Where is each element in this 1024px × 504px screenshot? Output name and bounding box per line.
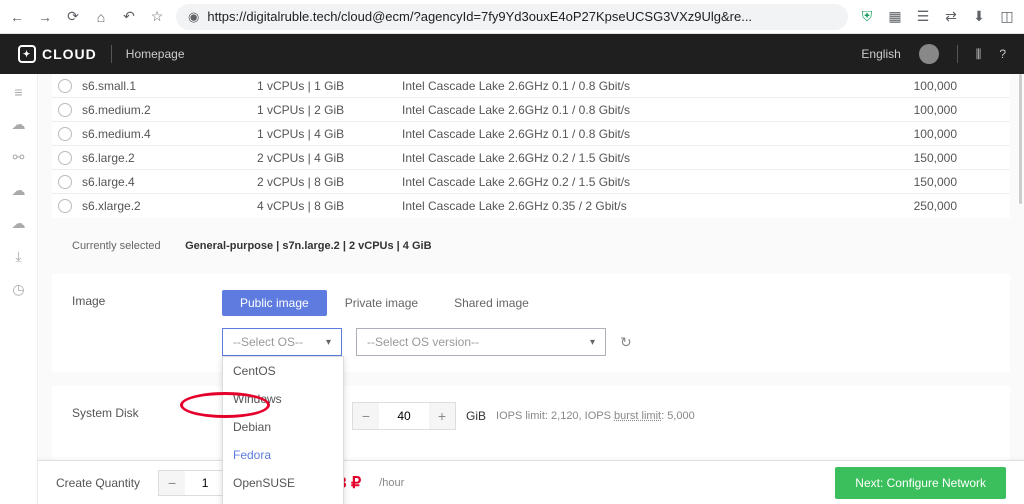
url-bar[interactable]: ◉ https://digitalruble.tech/cloud@ecm/?a… — [176, 4, 848, 30]
os-option-debian[interactable]: Debian — [223, 413, 343, 441]
os-option-ubuntu[interactable]: Ubuntu — [223, 497, 343, 504]
radio-icon[interactable] — [58, 79, 72, 93]
list-icon[interactable]: ☰ — [914, 8, 932, 25]
divider — [111, 45, 112, 63]
tab-shared-image[interactable]: Shared image — [436, 290, 547, 316]
radio-icon[interactable] — [58, 127, 72, 141]
browser-toolbar: ← → ⟳ ⌂ ↶ ☆ ◉ https://digitalruble.tech/… — [0, 0, 1024, 34]
menu-icon[interactable]: ≡ — [14, 84, 22, 100]
globe-icon: ◉ — [188, 9, 199, 25]
radio-icon[interactable] — [58, 151, 72, 165]
table-row[interactable]: s6.xlarge.24 vCPUs | 8 GiBIntel Cascade … — [52, 194, 1010, 218]
users-icon[interactable]: ⚯ — [13, 149, 25, 166]
cloud-icon[interactable]: ☁ — [12, 116, 26, 133]
table-row[interactable]: s6.medium.21 vCPUs | 2 GiBIntel Cascade … — [52, 98, 1010, 122]
stats-icon[interactable]: ⫼ — [976, 47, 982, 62]
disk-size-input[interactable] — [379, 403, 429, 429]
footer-bar: Create Quantity − + Price 2.08 ₽ /hour N… — [38, 460, 1024, 504]
chevron-down-icon: ▾ — [590, 337, 595, 348]
os-option-fedora[interactable]: Fedora — [223, 441, 343, 469]
reload-icon[interactable]: ⟳ — [64, 8, 82, 25]
os-placeholder: --Select OS-- — [233, 335, 303, 349]
price-unit: /hour — [379, 477, 404, 489]
brand-text: CLOUD — [42, 46, 97, 62]
ver-placeholder: --Select OS version-- — [367, 335, 479, 349]
os-version-select[interactable]: --Select OS version-- ▾ — [356, 328, 606, 356]
tab-private-image[interactable]: Private image — [327, 290, 436, 316]
currently-selected: Currently selected General-purpose | s7n… — [52, 232, 1010, 260]
table-row[interactable]: s6.large.22 vCPUs | 4 GiBIntel Cascade L… — [52, 146, 1010, 170]
language-switch[interactable]: English — [861, 47, 900, 61]
image-tabs: Public image Private image Shared image — [222, 290, 990, 316]
iops-info: IOPS limit: 2,120, IOPS burst limit: 5,0… — [496, 410, 695, 422]
side-nav: ≡ ☁ ⚯ ☁ ☁ ⤓ ◷ — [0, 74, 38, 504]
disk-unit: GiB — [466, 409, 486, 423]
radio-icon[interactable] — [58, 103, 72, 117]
undo-icon[interactable]: ↶ — [120, 8, 138, 25]
download2-icon[interactable]: ⤓ — [15, 248, 21, 265]
os-dropdown: CentOS Windows Debian Fedora OpenSUSE Ub… — [222, 356, 344, 504]
step-minus[interactable]: − — [159, 471, 185, 495]
app-header: ✦ CLOUD Homepage English ⫼ ? — [0, 34, 1024, 74]
home-icon[interactable]: ⌂ — [92, 9, 110, 25]
brand-logo[interactable]: ✦ CLOUD — [18, 45, 97, 63]
step-plus[interactable]: + — [429, 403, 455, 429]
table-row[interactable]: s6.large.42 vCPUs | 8 GiBIntel Cascade L… — [52, 170, 1010, 194]
divider — [957, 45, 958, 63]
step-minus[interactable]: − — [353, 403, 379, 429]
chevron-down-icon: ▾ — [326, 337, 331, 348]
forward-icon[interactable]: → — [36, 9, 54, 25]
next-button[interactable]: Next: Configure Network — [835, 467, 1006, 499]
os-select[interactable]: --Select OS-- ▾ CentOS Windows Debian Fe… — [222, 328, 342, 356]
clock-icon[interactable]: ◷ — [12, 281, 24, 298]
main-content: s6.small.11 vCPUs | 1 GiBIntel Cascade L… — [38, 74, 1024, 504]
table-row[interactable]: s6.small.11 vCPUs | 1 GiBIntel Cascade L… — [52, 74, 1010, 98]
panel-icon[interactable]: ◫ — [998, 8, 1016, 25]
logo-icon: ✦ — [18, 45, 36, 63]
apps-icon[interactable]: ▦ — [886, 8, 904, 25]
avatar[interactable] — [919, 44, 939, 64]
os-option-centos[interactable]: CentOS — [223, 357, 343, 385]
os-option-windows[interactable]: Windows — [223, 385, 343, 413]
shield-icon[interactable]: ⛨ — [858, 8, 876, 25]
shuffle-icon[interactable]: ⇄ — [942, 8, 960, 25]
cloud3-icon[interactable]: ☁ — [12, 215, 26, 232]
selected-value: General-purpose | s7n.large.2 | 2 vCPUs … — [185, 240, 431, 252]
homepage-link[interactable]: Homepage — [126, 47, 185, 61]
radio-icon[interactable] — [58, 175, 72, 189]
star-icon[interactable]: ☆ — [148, 8, 166, 25]
table-row[interactable]: s6.medium.41 vCPUs | 4 GiBIntel Cascade … — [52, 122, 1010, 146]
download-icon[interactable]: ⬇ — [970, 8, 988, 25]
os-option-opensuse[interactable]: OpenSUSE — [223, 469, 343, 497]
qty-label: Create Quantity — [56, 476, 140, 490]
scrollbar-indicator[interactable] — [1019, 74, 1022, 204]
radio-icon[interactable] — [58, 199, 72, 213]
url-text: https://digitalruble.tech/cloud@ecm/?age… — [207, 9, 752, 24]
qty-input[interactable] — [185, 471, 225, 495]
selected-label: Currently selected — [72, 240, 161, 252]
section-image: Image Public image Private image Shared … — [52, 274, 1010, 372]
back-icon[interactable]: ← — [8, 9, 26, 25]
refresh-icon[interactable]: ↻ — [620, 334, 632, 351]
disk-size-stepper: − + — [352, 402, 456, 430]
section-label: Image — [72, 290, 162, 356]
cloud2-icon[interactable]: ☁ — [12, 182, 26, 199]
help-icon[interactable]: ? — [999, 47, 1006, 61]
flavor-table: s6.small.11 vCPUs | 1 GiBIntel Cascade L… — [52, 74, 1010, 218]
tab-public-image[interactable]: Public image — [222, 290, 327, 316]
